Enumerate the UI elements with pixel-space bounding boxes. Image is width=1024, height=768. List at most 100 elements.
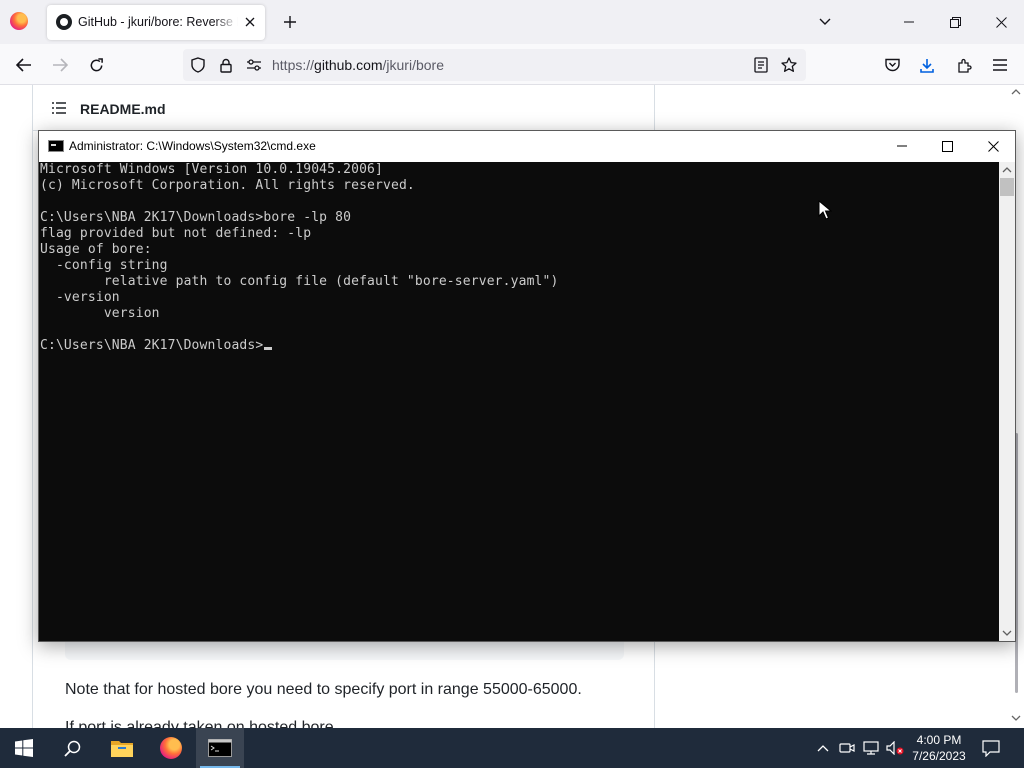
cmd-maximize-button[interactable] — [924, 131, 970, 161]
firefox-logo-icon[interactable] — [10, 12, 28, 30]
list-icon[interactable] — [52, 102, 66, 114]
browser-tab-bar: GitHub - jkuri/bore: Reverse HTTP/TCP pr… — [0, 0, 1024, 44]
clock-time: 4:00 PM — [916, 733, 962, 747]
app-menu-button[interactable] — [987, 52, 1013, 78]
start-button[interactable] — [0, 728, 48, 768]
scroll-up-icon[interactable] — [1002, 166, 1012, 174]
close-icon — [987, 140, 999, 152]
url-text[interactable]: https://github.com/jkuri/bore — [272, 57, 444, 73]
plus-icon — [284, 16, 296, 28]
show-hidden-icons-button[interactable] — [813, 738, 833, 758]
browser-nav-bar: https://github.com/jkuri/bore — [0, 44, 1024, 85]
browser-restore-button[interactable] — [932, 0, 978, 44]
taskbar-file-explorer[interactable] — [98, 728, 146, 768]
windows-start-icon — [15, 739, 33, 757]
console-line: relative path to config file (default "b… — [40, 274, 559, 289]
pocket-button[interactable] — [879, 52, 905, 78]
back-arrow-icon — [16, 58, 31, 72]
console-line: version — [40, 306, 160, 321]
readme-header: README.md — [32, 85, 655, 131]
cmd-scrollbar[interactable] — [999, 162, 1015, 641]
reader-view-icon — [754, 57, 768, 73]
meet-now-button[interactable] — [837, 738, 857, 758]
console-line: Usage of bore: — [40, 242, 152, 257]
cmd-minimize-button[interactable] — [879, 131, 925, 161]
browser-minimize-button[interactable] — [886, 0, 932, 44]
console-line: (c) Microsoft Corporation. All rights re… — [40, 178, 415, 193]
volume-button[interactable] — [885, 738, 905, 758]
bookmark-button[interactable] — [780, 56, 798, 74]
page-scroll-up-icon[interactable] — [1009, 87, 1023, 97]
permissions-icon[interactable] — [245, 56, 263, 74]
maximize-icon — [941, 140, 953, 152]
cmd-titlebar[interactable]: Administrator: C:\Windows\System32\cmd.e… — [39, 131, 1015, 162]
lock-icon[interactable] — [217, 56, 235, 74]
chevron-up-icon — [817, 745, 829, 752]
cmd-icon[interactable] — [48, 140, 64, 152]
network-button[interactable] — [861, 738, 881, 758]
cmd-close-button[interactable] — [970, 131, 1016, 161]
file-explorer-icon — [111, 741, 133, 757]
readme-title[interactable]: README.md — [80, 101, 166, 117]
terminal-icon — [208, 739, 232, 757]
close-icon — [995, 16, 1007, 28]
bookmark-star-icon — [781, 57, 797, 72]
chevron-down-icon — [819, 18, 831, 25]
url-prefix: https:// — [272, 57, 315, 73]
taskbar-firefox[interactable] — [147, 728, 195, 768]
taskbar-search-button[interactable] — [48, 728, 96, 768]
menu-icon — [993, 59, 1007, 71]
forward-arrow-icon — [53, 58, 68, 72]
firefox-taskbar-icon — [160, 737, 182, 759]
clock-date: 7/26/2023 — [912, 749, 966, 763]
extensions-icon — [957, 58, 972, 73]
new-tab-button[interactable] — [280, 12, 300, 32]
meet-now-icon — [839, 743, 855, 753]
console-output[interactable]: Microsoft Windows [Version 10.0.19045.20… — [39, 162, 999, 641]
forward-button[interactable] — [47, 52, 73, 78]
console-prompt: C:\Users\NBA 2K17\Downloads> — [40, 338, 264, 353]
reader-view-button[interactable] — [752, 56, 770, 74]
notification-icon — [982, 739, 1000, 757]
extensions-button[interactable] — [951, 52, 977, 78]
partial-paragraph: If port is already taken on hosted bore.… — [65, 719, 347, 728]
search-icon — [63, 740, 80, 757]
mouse-pointer-icon — [818, 200, 832, 220]
restore-icon — [949, 16, 961, 28]
address-bar[interactable]: https://github.com/jkuri/bore — [183, 49, 806, 81]
shield-icon[interactable] — [189, 56, 207, 74]
list-all-tabs-button[interactable] — [815, 12, 835, 32]
cmd-scrollbar-thumb[interactable] — [1000, 178, 1014, 196]
note-paragraph: Note that for hosted bore you need to sp… — [65, 681, 582, 698]
download-icon — [920, 58, 934, 73]
text-cursor — [264, 347, 273, 350]
browser-close-button[interactable] — [978, 0, 1024, 44]
console-prompt-line[interactable]: C:\Users\NBA 2K17\Downloads> — [40, 338, 999, 354]
console-line: C:\Users\NBA 2K17\Downloads>bore -lp 80 — [40, 210, 352, 225]
back-button[interactable] — [11, 52, 37, 78]
console-line: flag provided but not defined: -lp — [40, 226, 312, 241]
console-line: -version — [40, 290, 120, 305]
taskbar-cmd[interactable] — [196, 728, 244, 768]
close-tab-button[interactable] — [241, 13, 259, 31]
url-path: /jkuri/bore — [382, 57, 444, 73]
cmd-window[interactable]: Administrator: C:\Windows\System32\cmd.e… — [38, 130, 1016, 642]
console-line: -config string — [40, 258, 168, 273]
scroll-down-icon[interactable] — [1002, 629, 1012, 637]
taskbar-clock[interactable]: 4:00 PM 7/26/2023 — [907, 732, 971, 764]
page-scroll-down-icon[interactable] — [1009, 713, 1023, 723]
browser-tab-active[interactable]: GitHub - jkuri/bore: Reverse HTTP/TCP pr… — [47, 5, 265, 40]
url-host: github.com — [314, 57, 383, 73]
downloads-button[interactable] — [914, 52, 940, 78]
reload-icon — [90, 57, 103, 71]
action-center-button[interactable] — [980, 738, 1002, 758]
close-icon — [245, 17, 255, 27]
volume-muted-icon — [886, 741, 904, 755]
cmd-window-title: Administrator: C:\Windows\System32\cmd.e… — [69, 139, 316, 153]
console-line: Microsoft Windows [Version 10.0.19045.20… — [40, 162, 383, 177]
minimize-icon — [904, 21, 914, 23]
github-favicon-icon — [56, 14, 72, 30]
reload-button[interactable] — [83, 52, 109, 78]
minimize-icon — [897, 145, 907, 147]
